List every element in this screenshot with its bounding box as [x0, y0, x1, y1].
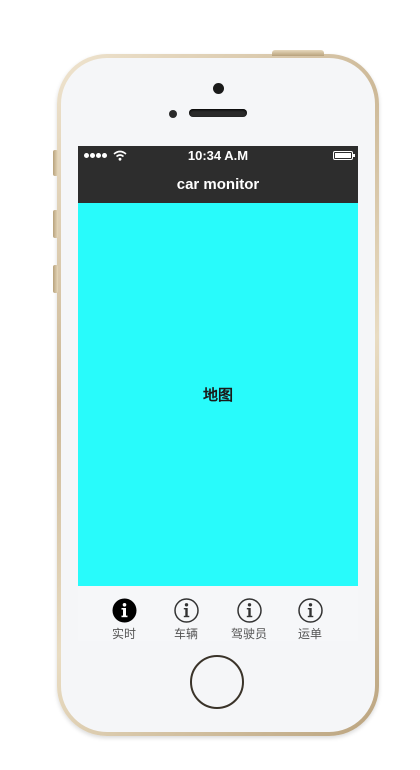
page-title: car monitor: [176, 176, 260, 193]
tab-realtime[interactable]: 实时: [94, 598, 154, 641]
tab-label: 运单: [297, 627, 322, 641]
front-camera: [213, 83, 224, 94]
volume-down-button: [53, 265, 58, 293]
tab-waybills[interactable]: 运单: [280, 598, 340, 641]
phone-screen: 10:34 A.M car monitor 地图 实时 车辆 驾驶员 运单: [78, 146, 358, 641]
info-icon: [236, 598, 262, 623]
map-view[interactable]: 地图: [78, 203, 358, 586]
tab-vehicles[interactable]: 车辆: [156, 598, 216, 641]
earpiece-speaker: [189, 109, 247, 117]
tab-label: 车辆: [173, 627, 198, 641]
proximity-sensor: [169, 110, 177, 118]
map-label: 地图: [202, 386, 233, 404]
home-button[interactable]: [190, 655, 244, 709]
nav-bar: car monitor: [78, 166, 358, 203]
battery-icon: [333, 151, 355, 160]
phone-mockup-stage: 10:34 A.M car monitor 地图 实时 车辆 驾驶员 运单: [0, 0, 420, 770]
info-icon: [297, 598, 323, 623]
tab-bar: 实时 车辆 驾驶员 运单: [78, 586, 358, 641]
info-icon: [173, 598, 199, 623]
info-icon: [112, 598, 136, 623]
tab-drivers[interactable]: 驾驶员: [219, 598, 279, 641]
power-button: [272, 50, 324, 56]
status-bar: 10:34 A.M: [78, 146, 358, 166]
tab-label: 驾驶员: [230, 627, 267, 641]
mute-switch: [53, 150, 58, 176]
status-time: 10:34 A.M: [187, 148, 249, 163]
volume-up-button: [53, 210, 58, 238]
tab-label: 实时: [111, 627, 136, 641]
